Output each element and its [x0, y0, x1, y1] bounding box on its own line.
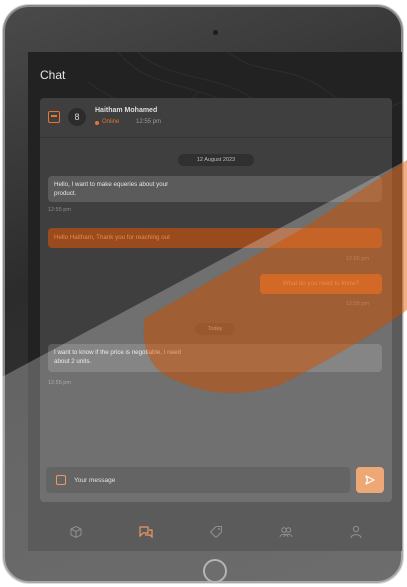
message-input[interactable]: [74, 467, 334, 493]
attachment-icon[interactable]: [56, 475, 66, 485]
message-outgoing: What do you need to know?: [260, 274, 382, 294]
message-text: about 2 units.: [54, 358, 92, 365]
message-time: 12:55 pm: [48, 207, 71, 213]
message-text: I want to know if the price is negotiabl…: [54, 349, 181, 356]
message-text: Hello, I want to make equeries about you…: [54, 181, 169, 188]
message-incoming: I want to know if the price is negotiabl…: [48, 344, 382, 372]
message-outgoing: Hello Haitham, Thank you for reaching ou…: [48, 228, 382, 248]
date-separator: Today: [195, 323, 235, 335]
tablet-device: Chat 8 Haitham Mohamed Online 12:55 pm 1…: [3, 5, 403, 583]
chat-panel: 8 Haitham Mohamed Online 12:55 pm 12 Aug…: [40, 98, 392, 502]
message-composer: [46, 467, 350, 493]
contact-status: Online: [102, 119, 120, 125]
contact-last-seen: 12:55 pm: [136, 119, 162, 125]
online-status-dot: [95, 121, 99, 125]
message-time: 12:55 pm: [48, 380, 71, 386]
send-button[interactable]: [356, 467, 384, 493]
message-time: 12:55 pm: [346, 256, 369, 262]
users-icon[interactable]: [276, 522, 296, 542]
send-icon: [365, 475, 375, 485]
chat-icon[interactable]: [136, 522, 156, 542]
home-button[interactable]: [203, 559, 227, 583]
message-incoming: Hello, I want to make equeries about you…: [48, 176, 382, 202]
avatar[interactable]: 8: [68, 108, 86, 126]
profile-icon[interactable]: [346, 522, 366, 542]
message-text: product.: [54, 190, 77, 197]
calendar-icon[interactable]: [48, 111, 60, 123]
chat-header: 8 Haitham Mohamed Online 12:55 pm: [40, 98, 392, 138]
message-time: 12:55 pm: [346, 301, 369, 307]
tag-icon[interactable]: [206, 522, 226, 542]
app-screen: Chat 8 Haitham Mohamed Online 12:55 pm 1…: [28, 52, 402, 551]
box-icon[interactable]: [66, 522, 86, 542]
contact-name: Haitham Mohamed: [95, 107, 158, 114]
camera: [213, 30, 218, 35]
bottom-nav: [28, 514, 402, 551]
date-separator: 12 August 2023: [178, 154, 254, 166]
screen-title: Chat: [40, 68, 66, 82]
